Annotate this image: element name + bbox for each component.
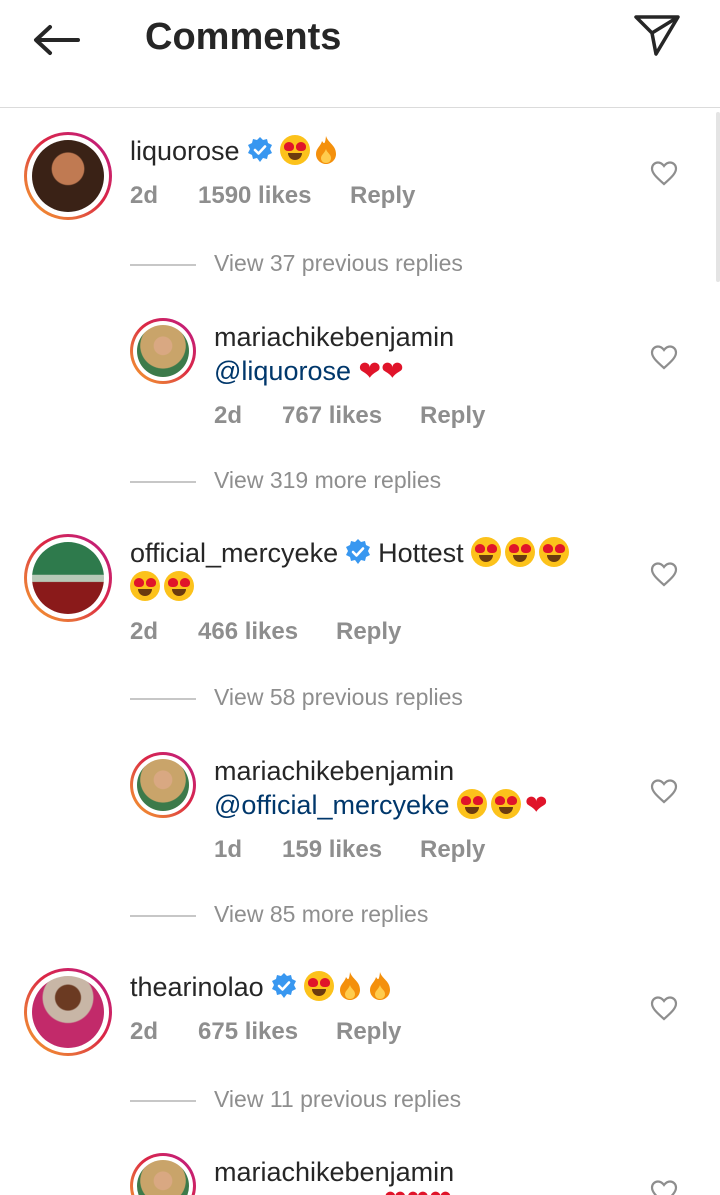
comment-meta: 2d 1590 likes Reply: [130, 182, 530, 212]
comment-text: liquorose: [130, 134, 344, 168]
heart-icon[interactable]: [650, 344, 678, 370]
comment-time: 2d: [130, 618, 159, 645]
comment-meta: 2d 767 likes Reply: [214, 402, 614, 432]
reply-button[interactable]: Reply: [350, 182, 415, 210]
comment-time: 1d: [214, 836, 243, 863]
avatar[interactable]: [32, 140, 104, 212]
verified-badge-icon: [346, 539, 371, 564]
view-replies-button[interactable]: View 85 more replies: [130, 899, 630, 933]
red-heart-emoji: ❤: [525, 790, 548, 821]
heart-eyes-emoji: [457, 789, 488, 819]
heart-eyes-emoji: [491, 789, 522, 819]
heart-eyes-emoji: [303, 971, 334, 1001]
view-replies-button[interactable]: View 37 previous replies: [130, 248, 630, 282]
verified-badge-icon: [247, 137, 272, 162]
red-heart-emoji: ❤❤: [358, 356, 404, 387]
comment-meta: 1d 159 likes Reply: [214, 836, 614, 866]
username-link[interactable]: mariachikebenjamin: [214, 322, 454, 352]
mention-link[interactable]: @official_mercyeke: [214, 790, 450, 820]
comment-text: official_mercyeke Hottest: [130, 536, 573, 570]
mention-link[interactable]: @liquorose: [214, 356, 351, 386]
comment-meta: 2d 466 likes Reply: [130, 618, 530, 648]
reply-text: @liquorose ❤❤: [214, 354, 404, 389]
comment-time: 2d: [130, 1018, 159, 1045]
comment-text: thearinolao: [130, 970, 398, 1004]
comment-item: thearinolao 2d 675 likes Reply: [0, 968, 720, 1068]
comment-meta: 2d 675 likes Reply: [130, 1018, 530, 1048]
username-link[interactable]: thearinolao: [130, 972, 264, 1002]
heart-icon[interactable]: [650, 778, 678, 804]
reply-username: mariachikebenjamin: [214, 754, 454, 788]
reply-text: ❤❤❤: [214, 1183, 452, 1195]
send-icon[interactable]: [632, 12, 682, 58]
heart-eyes-emoji: [279, 135, 310, 165]
username-link[interactable]: liquorose: [130, 136, 240, 166]
comments-header: Comments: [0, 0, 720, 108]
avatar[interactable]: [137, 759, 189, 811]
like-count[interactable]: 466 likes: [198, 618, 298, 646]
reply-username: mariachikebenjamin: [214, 320, 454, 354]
username-link[interactable]: official_mercyeke: [130, 538, 338, 568]
avatar[interactable]: [137, 325, 189, 377]
heart-eyes-emoji: [505, 537, 536, 567]
verified-badge-icon: [271, 973, 296, 998]
view-replies-button[interactable]: View 58 previous replies: [130, 682, 630, 716]
reply-item: mariachikebenjamin @official_mercyeke ❤ …: [0, 752, 720, 872]
page-title: Comments: [145, 16, 342, 58]
heart-eyes-emoji: [164, 571, 194, 601]
reply-text: @official_mercyeke ❤: [214, 788, 548, 823]
heart-icon[interactable]: [650, 1179, 678, 1195]
reply-button[interactable]: Reply: [420, 836, 485, 864]
red-heart-emoji: ❤❤❤: [384, 1185, 452, 1195]
like-count[interactable]: 1590 likes: [198, 182, 311, 210]
like-count[interactable]: 675 likes: [198, 1018, 298, 1046]
heart-eyes-emoji: [130, 571, 160, 601]
comment-body: Hottest: [378, 538, 464, 568]
fire-emoji: [369, 972, 390, 1000]
comment-time: 2d: [214, 402, 243, 429]
reply-button[interactable]: Reply: [336, 618, 401, 646]
like-count[interactable]: 767 likes: [282, 402, 382, 430]
heart-eyes-emoji: [539, 537, 570, 567]
username-link[interactable]: mariachikebenjamin: [214, 756, 454, 786]
heart-icon[interactable]: [650, 561, 678, 587]
view-replies-button[interactable]: View 11 previous replies: [130, 1084, 630, 1118]
comment-text-continued: [130, 570, 198, 604]
heart-icon[interactable]: [650, 995, 678, 1021]
avatar[interactable]: [32, 542, 104, 614]
comment-item: liquorose 2d 1590 likes Reply: [0, 132, 720, 232]
reply-button[interactable]: Reply: [420, 402, 485, 430]
back-arrow-icon[interactable]: [28, 20, 84, 60]
comment-time: 2d: [130, 182, 159, 209]
heart-eyes-emoji: [471, 537, 502, 567]
comment-item: official_mercyeke Hottest 2d 466 likes Re…: [0, 534, 720, 654]
fire-emoji: [339, 972, 360, 1000]
view-replies-button[interactable]: View 319 more replies: [130, 465, 630, 499]
like-count[interactable]: 159 likes: [282, 836, 382, 864]
reply-button[interactable]: Reply: [336, 1018, 401, 1046]
reply-item: mariachikebenjamin @liquorose ❤❤ 2d 767 …: [0, 318, 720, 438]
heart-icon[interactable]: [650, 160, 678, 186]
avatar[interactable]: [32, 976, 104, 1048]
fire-emoji: [315, 136, 336, 164]
reply-item: mariachikebenjamin ❤❤❤: [0, 1153, 720, 1195]
